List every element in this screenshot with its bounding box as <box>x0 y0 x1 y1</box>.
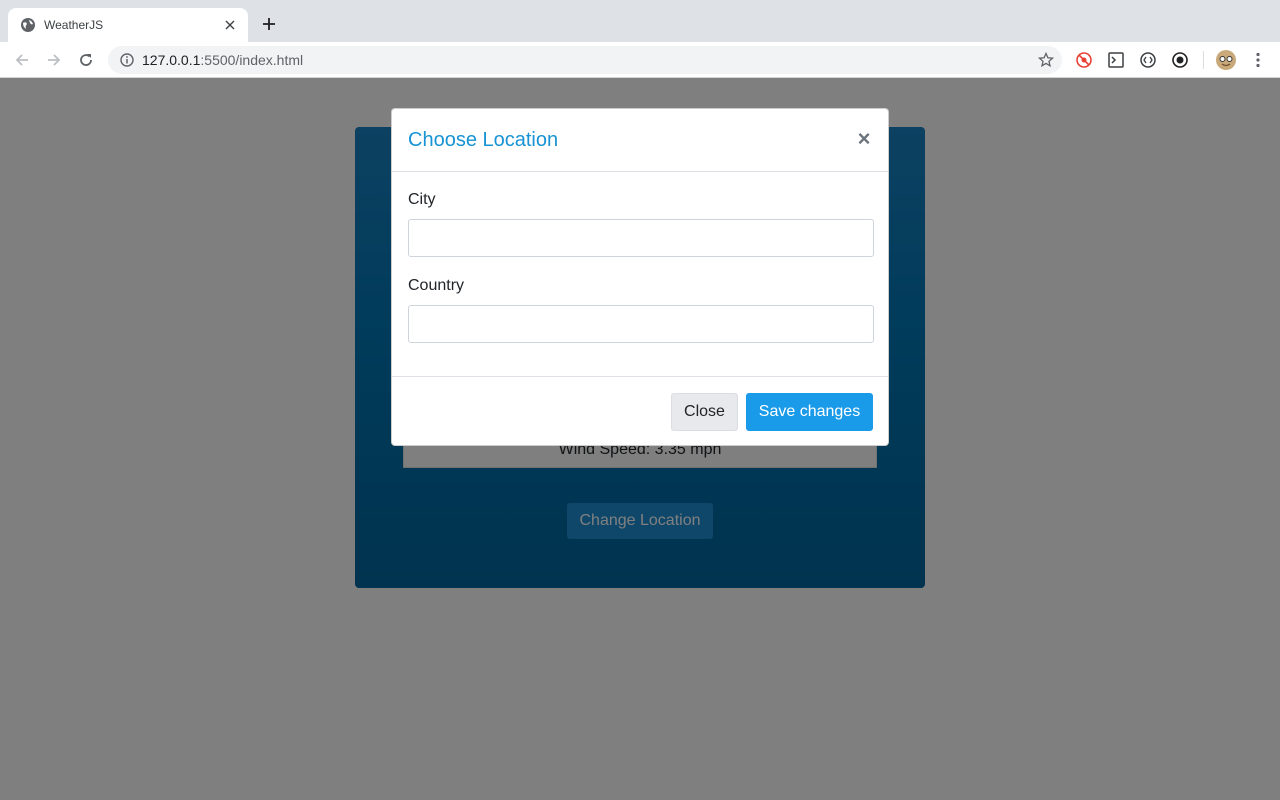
forward-arrow-icon[interactable] <box>44 50 64 70</box>
profile-avatar[interactable] <box>1215 49 1237 71</box>
modal-footer: Close Save changes <box>392 376 888 446</box>
city-label: City <box>408 191 436 208</box>
choose-location-modal: Choose Location × City Country Close Sav… <box>391 108 889 446</box>
url-path: :5500/index.html <box>200 52 304 68</box>
modal-header: Choose Location × <box>392 109 888 172</box>
country-label: Country <box>408 277 465 294</box>
save-changes-button[interactable]: Save changes <box>746 393 873 431</box>
page-content: Wind Speed: 3.35 mph Change Location Cho… <box>0 78 1280 800</box>
code-extension-icon[interactable] <box>1139 51 1157 69</box>
browser-tab-bar: WeatherJS <box>0 0 1280 42</box>
reload-icon[interactable] <box>76 50 96 70</box>
browser-toolbar: 127.0.0.1:5500/index.html <box>0 42 1280 78</box>
terminal-extension-icon[interactable] <box>1107 51 1125 69</box>
record-extension-icon[interactable] <box>1171 51 1189 69</box>
city-input[interactable] <box>408 219 874 257</box>
url-host: 127.0.0.1 <box>142 52 201 68</box>
bookmark-star-icon[interactable] <box>1038 52 1054 68</box>
url-text: 127.0.0.1:5500/index.html <box>142 52 303 68</box>
blocked-extension-icon[interactable] <box>1075 51 1093 69</box>
kebab-menu-icon[interactable] <box>1249 51 1267 69</box>
close-button[interactable]: Close <box>671 393 738 431</box>
toolbar-separator <box>1203 51 1204 69</box>
browser-tab[interactable]: WeatherJS <box>8 8 248 42</box>
modal-title: Choose Location <box>408 128 559 151</box>
globe-icon <box>20 17 36 33</box>
country-input[interactable] <box>408 305 874 343</box>
back-arrow-icon[interactable] <box>12 50 32 70</box>
info-icon[interactable] <box>120 53 134 67</box>
close-icon[interactable]: × <box>856 128 872 150</box>
tab-title: WeatherJS <box>44 18 104 32</box>
new-tab-icon[interactable] <box>259 14 279 34</box>
address-bar[interactable]: 127.0.0.1:5500/index.html <box>108 46 1062 74</box>
close-tab-icon[interactable] <box>222 17 238 33</box>
